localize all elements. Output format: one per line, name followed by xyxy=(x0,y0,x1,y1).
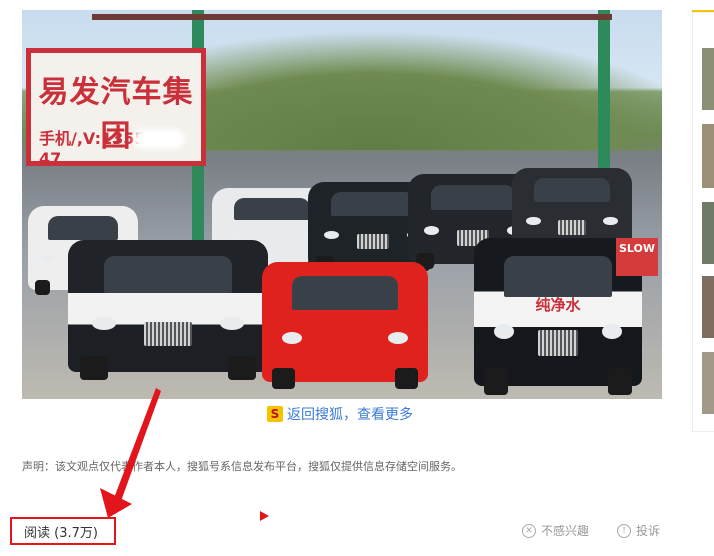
read-count: 阅读 (3.7万) xyxy=(10,517,116,545)
not-interested-label: 不感兴趣 xyxy=(541,524,590,538)
photo-beam xyxy=(92,14,612,20)
disclaimer-text: 声明：该文观点仅代表作者本人，搜狐号系信息发布平台，搜狐仅提供信息存储空间服务。 xyxy=(22,460,462,473)
sidebar-thumbnail[interactable] xyxy=(702,352,714,414)
sidebar-thumbnail[interactable] xyxy=(702,202,714,264)
sidebar-thumbnail[interactable] xyxy=(702,124,714,188)
back-to-sohu-link[interactable]: S 返回搜狐，查看更多 xyxy=(267,404,413,424)
play-triangle-icon[interactable] xyxy=(260,511,269,521)
article-photo: 易发汽车集团 手机/,V:135547 纯净水 SLOW xyxy=(22,10,662,399)
car-hood-text: 纯净水 xyxy=(535,296,581,314)
car-red-ferrari xyxy=(262,262,428,390)
car-audi xyxy=(68,240,268,380)
back-to-sohu-text[interactable]: 返回搜狐，查看更多 xyxy=(287,404,413,424)
report-button[interactable]: ! 投诉 xyxy=(617,522,660,539)
sidebar-thumbnail[interactable] xyxy=(702,276,714,338)
right-sidebar xyxy=(692,0,714,556)
dealer-sign: 易发汽车集团 手机/,V:135547 xyxy=(26,48,206,168)
alert-circle-icon: ! xyxy=(617,523,631,538)
report-label: 投诉 xyxy=(636,524,661,538)
slow-sign: SLOW xyxy=(616,238,658,276)
sohu-logo-icon: S xyxy=(267,406,283,422)
sidebar-thumbnail[interactable] xyxy=(702,48,714,110)
sidebar-accent-line xyxy=(692,10,714,12)
not-interested-button[interactable]: ✕ 不感兴趣 xyxy=(522,522,589,539)
phone-redaction xyxy=(133,129,185,149)
close-circle-icon: ✕ xyxy=(522,523,536,538)
